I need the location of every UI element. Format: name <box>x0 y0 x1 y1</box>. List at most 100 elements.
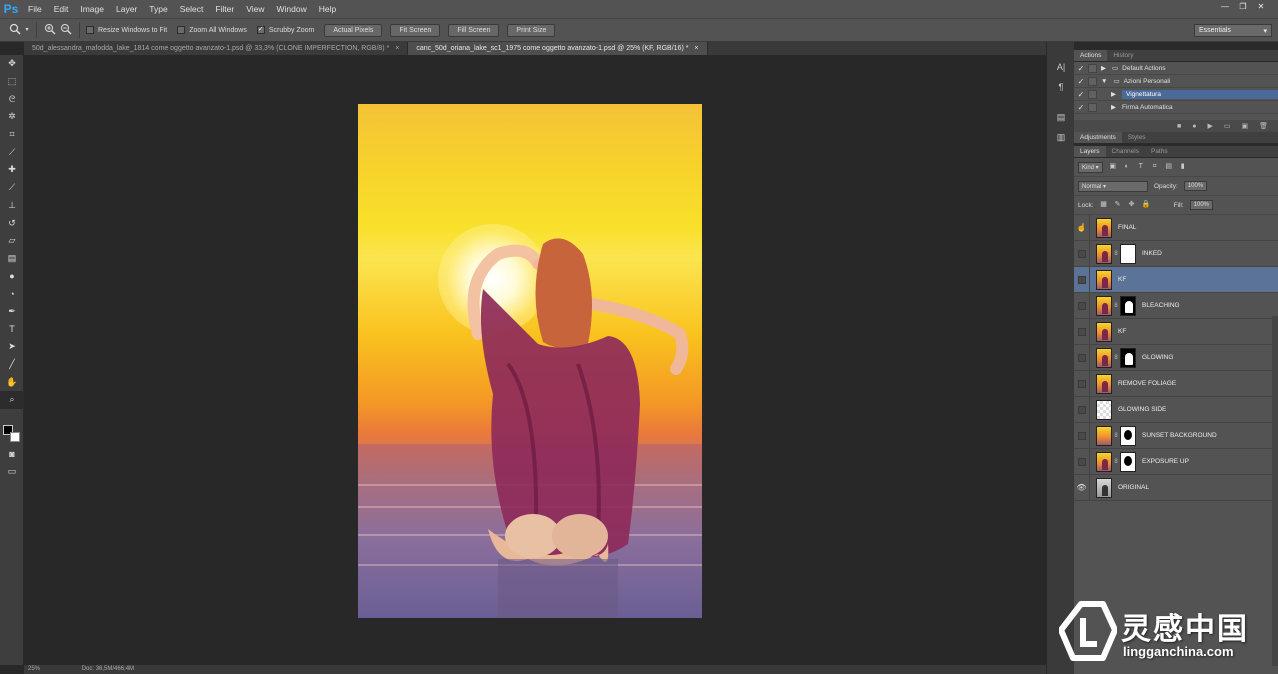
zoom-all-windows-checkbox[interactable]: Zoom All Windows <box>177 26 247 34</box>
type-tool-icon[interactable]: T <box>0 320 24 338</box>
layer-mask-thumbnail[interactable] <box>1120 451 1136 472</box>
layer-name[interactable]: EXPOSURE UP <box>1142 458 1189 465</box>
visibility-toggle[interactable] <box>1074 240 1090 267</box>
brush-tool-icon[interactable]: ⟋ <box>0 179 24 197</box>
lock-pixels-icon[interactable]: ✎ <box>1114 201 1122 209</box>
gradient-tool-icon[interactable]: ▤ <box>0 250 24 268</box>
path-selection-tool-icon[interactable]: ➤ <box>0 338 24 356</box>
visibility-box[interactable] <box>1077 457 1086 466</box>
layer-name[interactable]: KF <box>1118 276 1126 283</box>
pen-tool-icon[interactable]: ✒ <box>0 303 24 321</box>
checkbox-box-checked[interactable]: ✓ <box>256 26 265 34</box>
link-icon[interactable]: 8 <box>1113 303 1119 309</box>
pixel-filter-icon[interactable]: ▣ <box>1109 163 1117 171</box>
character-panel-icon[interactable]: A| <box>1047 58 1075 76</box>
visibility-toggle[interactable] <box>1074 318 1090 345</box>
tab-actions[interactable]: Actions <box>1074 50 1108 61</box>
zoom-in-icon[interactable] <box>43 23 57 37</box>
layer-row[interactable]: KF <box>1074 318 1278 345</box>
tab-history[interactable]: History <box>1107 50 1139 61</box>
visibility-toggle[interactable] <box>1074 370 1090 397</box>
notes-panel-icon[interactable]: ▥ <box>1047 128 1075 146</box>
layer-row[interactable]: 8 SUNSET BACKGROUND <box>1074 422 1278 449</box>
tab-styles[interactable]: Styles <box>1122 132 1152 143</box>
document-tab-active[interactable]: canc_50d_oriana_lake_sc1_1975 come ogget… <box>408 42 708 55</box>
layer-name[interactable]: KF <box>1118 328 1126 335</box>
visibility-toggle[interactable]: 👁 <box>1074 474 1090 501</box>
zoom-tool-icon[interactable]: ⌕ <box>0 391 24 409</box>
layer-row[interactable]: REMOVE FOLIAGE <box>1074 370 1278 397</box>
action-set-row[interactable]: ✓ ▼ ▭ Azioni Personali <box>1074 75 1278 88</box>
dialog-toggle[interactable] <box>1088 63 1097 73</box>
tab-paths[interactable]: Paths <box>1145 146 1174 157</box>
layer-name[interactable]: ORIGINAL <box>1118 484 1149 491</box>
check-icon[interactable]: ✓ <box>1074 90 1088 99</box>
clone-stamp-tool-icon[interactable]: ⊥ <box>0 197 24 215</box>
check-icon[interactable]: ✓ <box>1074 64 1088 73</box>
layer-row[interactable]: GLOWING SIDE <box>1074 396 1278 423</box>
lasso-tool-icon[interactable]: ᘓ <box>0 90 24 108</box>
layer-name[interactable]: SUNSET BACKGROUND <box>1142 432 1217 439</box>
close-button[interactable]: ✕ <box>1254 2 1268 12</box>
tab-adjustments[interactable]: Adjustments <box>1074 132 1122 143</box>
menu-help[interactable]: Help <box>313 0 342 18</box>
tab-channels[interactable]: Channels <box>1106 146 1145 157</box>
chevron-right-icon[interactable]: ▶ <box>1111 103 1116 111</box>
link-icon[interactable]: 8 <box>1113 433 1119 439</box>
layers-scrollbar[interactable] <box>1272 316 1278 666</box>
chevron-down-icon[interactable]: ▾ <box>24 23 30 37</box>
menu-window[interactable]: Window <box>270 0 312 18</box>
dialog-toggle[interactable] <box>1088 102 1097 112</box>
lock-all-icon[interactable]: 🔒 <box>1142 201 1151 209</box>
crop-tool-icon[interactable]: ⌗ <box>0 126 24 144</box>
visibility-box[interactable] <box>1077 301 1086 310</box>
quick-mask-icon[interactable]: ◙ <box>0 445 24 463</box>
filter-toggle-icon[interactable]: ▮ <box>1179 163 1187 171</box>
new-action-icon[interactable]: ▣ <box>1241 122 1248 130</box>
link-icon[interactable]: 8 <box>1113 251 1119 257</box>
layer-row[interactable]: 8 GLOWING <box>1074 344 1278 371</box>
visibility-toggle[interactable] <box>1074 344 1090 371</box>
visibility-box[interactable] <box>1077 431 1086 440</box>
tab-layers[interactable]: Layers <box>1074 146 1106 157</box>
lock-position-icon[interactable]: ✥ <box>1128 201 1136 209</box>
zoom-out-icon[interactable] <box>59 23 73 37</box>
magic-wand-tool-icon[interactable]: ✲ <box>0 108 24 126</box>
background-color-swatch[interactable] <box>10 432 20 442</box>
checkbox-box[interactable] <box>86 26 94 34</box>
layer-comps-icon[interactable]: ▤ <box>1047 108 1075 126</box>
visibility-box[interactable] <box>1077 353 1086 362</box>
dialog-toggle[interactable] <box>1088 89 1097 99</box>
lock-transparent-icon[interactable]: ▦ <box>1100 201 1108 209</box>
layer-mask-thumbnail[interactable] <box>1120 295 1136 316</box>
chevron-right-icon[interactable]: ▶ <box>1111 90 1116 98</box>
link-icon[interactable]: 8 <box>1113 355 1119 361</box>
action-row-selected[interactable]: ✓ ▶ Vignettatura <box>1074 88 1278 101</box>
paragraph-panel-icon[interactable]: ¶ <box>1047 78 1075 96</box>
visibility-box[interactable] <box>1077 249 1086 258</box>
visibility-box[interactable] <box>1077 379 1086 388</box>
zoom-level[interactable]: 25% <box>28 666 40 672</box>
visibility-box[interactable] <box>1077 405 1086 414</box>
menu-filter[interactable]: Filter <box>209 0 240 18</box>
layer-row[interactable]: 8 EXPOSURE UP <box>1074 448 1278 475</box>
menu-view[interactable]: View <box>240 0 270 18</box>
zoom-icon[interactable] <box>8 23 22 37</box>
scrubby-zoom-checkbox[interactable]: ✓ Scrubby Zoom <box>256 26 314 34</box>
blur-tool-icon[interactable]: ● <box>0 267 24 285</box>
layer-name[interactable]: GLOWING SIDE <box>1118 406 1166 413</box>
fit-screen-button[interactable]: Fit Screen <box>390 23 441 37</box>
action-row[interactable]: ✓ ▶ Firma Automatica <box>1074 101 1278 114</box>
fill-input[interactable]: 100% <box>1189 200 1214 210</box>
opacity-input[interactable]: 100% <box>1183 181 1208 191</box>
fill-screen-button[interactable]: Fill Screen <box>448 23 500 37</box>
layer-name[interactable]: BLEACHING <box>1142 302 1180 309</box>
resize-windows-checkbox[interactable]: Resize Windows to Fit <box>86 26 167 34</box>
healing-brush-tool-icon[interactable]: ✚ <box>0 161 24 179</box>
type-filter-icon[interactable]: T <box>1137 163 1145 171</box>
eyedropper-tool-icon[interactable]: ⟋ <box>0 143 24 161</box>
history-brush-tool-icon[interactable]: ↺ <box>0 214 24 232</box>
layer-row[interactable]: 8 BLEACHING <box>1074 292 1278 319</box>
layer-mask-thumbnail[interactable] <box>1120 425 1136 446</box>
chevron-down-icon[interactable]: ▼ <box>1101 78 1107 85</box>
